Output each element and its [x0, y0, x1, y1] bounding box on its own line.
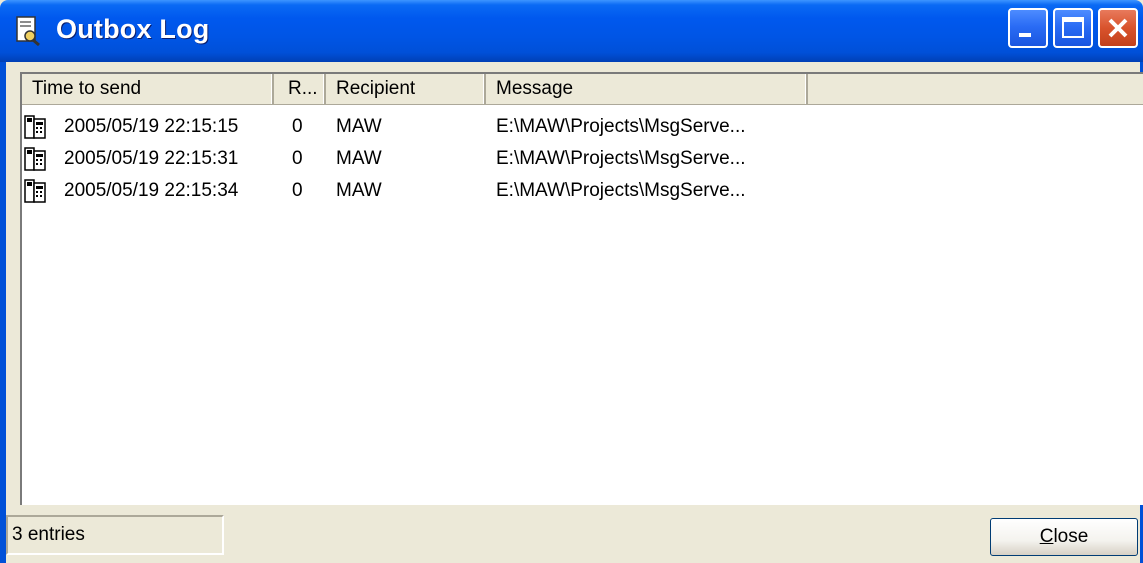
cell-time-to-send: 2005/05/19 22:15:15 [64, 116, 239, 137]
cell-retries: 0 [292, 116, 303, 137]
cell-recipient: MAW [336, 116, 382, 137]
close-window-button[interactable] [1098, 8, 1138, 48]
status-bar: 3 entries [6, 515, 224, 555]
cell-recipient: MAW [336, 180, 382, 201]
column-header-empty [808, 74, 1143, 104]
cell-message: E:\MAW\Projects\MsgServe... [496, 148, 746, 169]
cell-message: E:\MAW\Projects\MsgServe... [496, 180, 746, 201]
minimize-button[interactable] [1008, 8, 1048, 48]
cell-retries: 0 [292, 148, 303, 169]
minimize-icon [1019, 33, 1031, 37]
window-frame-left [0, 62, 6, 563]
table-row[interactable]: 2005/05/19 22:15:34 0 MAW E:\MAW\Project… [22, 176, 1122, 206]
fax-document-icon [24, 115, 46, 139]
list-header: Time to send R... Recipient Message [22, 74, 1143, 105]
cell-time-to-send: 2005/05/19 22:15:31 [64, 148, 239, 169]
fax-document-icon [24, 147, 46, 171]
close-button-label: lose [1053, 526, 1089, 547]
maximize-button[interactable] [1053, 8, 1093, 48]
close-icon [1108, 18, 1128, 38]
outbox-log-app-icon [16, 16, 40, 46]
column-header-time-to-send[interactable]: Time to send [22, 74, 274, 104]
cell-message: E:\MAW\Projects\MsgServe... [496, 116, 746, 137]
fax-document-icon [24, 179, 46, 203]
table-row[interactable]: 2005/05/19 22:15:31 0 MAW E:\MAW\Project… [22, 144, 1122, 174]
cell-retries: 0 [292, 180, 303, 201]
outbox-log-window: Outbox Log Time to send R... Recipient M… [0, 0, 1143, 563]
title-bar[interactable]: Outbox Log [0, 0, 1143, 62]
column-header-retries[interactable]: R... [274, 74, 326, 104]
outbox-list[interactable]: Time to send R... Recipient Message 2005… [20, 72, 1143, 505]
table-row[interactable]: 2005/05/19 22:15:15 0 MAW E:\MAW\Project… [22, 112, 1122, 142]
cell-time-to-send: 2005/05/19 22:15:34 [64, 180, 239, 201]
maximize-icon [1062, 17, 1084, 38]
column-header-recipient[interactable]: Recipient [326, 74, 486, 104]
close-button[interactable]: Close [990, 518, 1138, 556]
entry-count: 3 entries [12, 524, 85, 545]
cell-recipient: MAW [336, 148, 382, 169]
column-header-message[interactable]: Message [486, 74, 808, 104]
close-button-mnemonic: C [1039, 526, 1054, 547]
window-title: Outbox Log [56, 14, 210, 44]
